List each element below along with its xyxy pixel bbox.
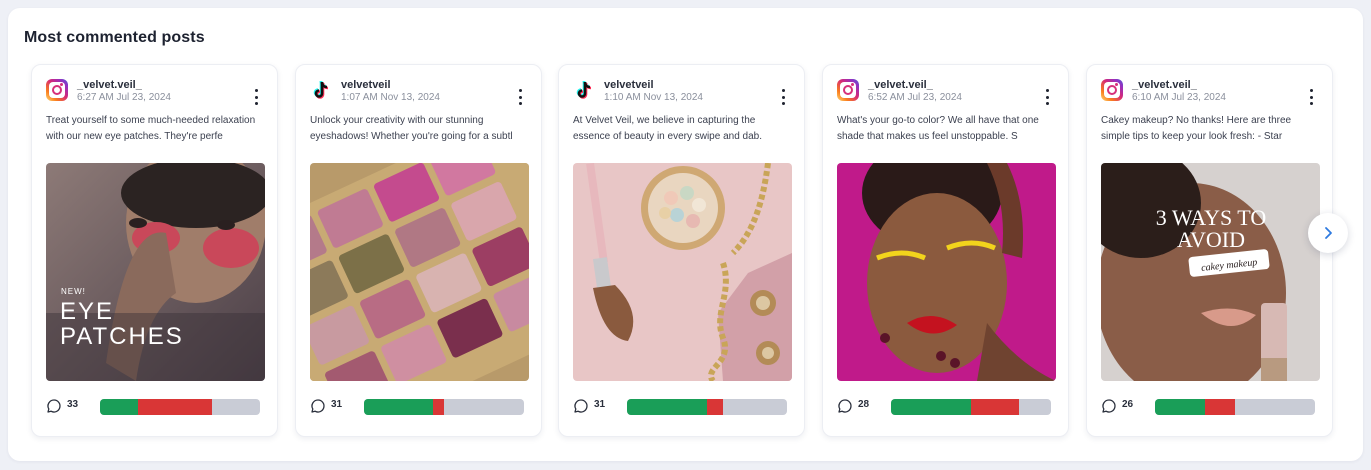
post-handle: velvetveil (604, 79, 654, 91)
more-options-icon[interactable] (780, 89, 786, 105)
sentiment-bar (100, 399, 260, 415)
negative-segment (971, 399, 1019, 415)
post-header: velvetveil 1:10 AM Nov 13, 2024 (573, 79, 793, 105)
post-image[interactable] (573, 163, 792, 381)
post-card[interactable]: _velvet.veil_ 6:27 AM Jul 23, 2024 Treat… (31, 64, 278, 437)
post-handle: _velvet.veil_ (868, 79, 933, 91)
comment-count: 26 (1122, 399, 1134, 410)
sentiment-bar (891, 399, 1051, 415)
positive-segment (364, 399, 433, 415)
negative-segment (707, 399, 723, 415)
more-options-icon[interactable] (1308, 89, 1314, 105)
posts-carousel: _velvet.veil_ 6:27 AM Jul 23, 2024 Treat… (31, 64, 1341, 447)
post-timestamp: 6:10 AM Jul 23, 2024 (1132, 92, 1226, 103)
post-image[interactable] (310, 163, 529, 381)
post-timestamp: 1:07 AM Nov 13, 2024 (341, 92, 440, 103)
post-handle: velvetveil (341, 79, 391, 91)
instagram-icon (46, 79, 68, 101)
positive-segment (100, 399, 139, 415)
sentiment-bar (1155, 399, 1315, 415)
post-footer: 31 (573, 397, 793, 415)
negative-segment (138, 399, 212, 415)
post-timestamp: 1:10 AM Nov 13, 2024 (604, 92, 703, 103)
more-options-icon[interactable] (1044, 89, 1050, 105)
tiktok-icon (310, 79, 332, 101)
more-options-icon[interactable] (517, 89, 523, 105)
post-handle: _velvet.veil_ (77, 79, 142, 91)
comment-icon (47, 399, 61, 413)
tiktok-icon (573, 79, 595, 101)
post-caption: What's your go-to color? We all have tha… (837, 115, 1039, 142)
post-timestamp: 6:52 AM Jul 23, 2024 (868, 92, 962, 103)
positive-segment (1155, 399, 1205, 415)
sentiment-bar (627, 399, 787, 415)
post-footer: 26 (1101, 397, 1321, 415)
comment-count: 31 (331, 399, 343, 410)
most-commented-panel: Most commented posts _velvet.veil_ 6:27 … (8, 8, 1363, 461)
image-text-avoid: AVOID (1177, 227, 1245, 252)
comment-icon (838, 399, 852, 413)
post-footer: 31 (310, 397, 530, 415)
post-caption: Cakey makeup? No thanks! Here are three … (1101, 115, 1292, 142)
instagram-icon (837, 79, 859, 101)
post-caption: Unlock your creativity with our stunning… (310, 115, 513, 142)
image-text-new: NEW! (61, 287, 86, 296)
post-footer: 33 (46, 397, 266, 415)
post-card[interactable]: velvetveil 1:10 AM Nov 13, 2024 At Velve… (558, 64, 805, 437)
post-handle: _velvet.veil_ (1132, 79, 1197, 91)
post-header: velvetveil 1:07 AM Nov 13, 2024 (310, 79, 530, 105)
post-timestamp: 6:27 AM Jul 23, 2024 (77, 92, 171, 103)
post-image[interactable]: 3 WAYS TO AVOID cakey makeup (1101, 163, 1320, 381)
next-button[interactable] (1308, 213, 1348, 253)
image-text-patches: PATCHES (60, 323, 184, 350)
post-image[interactable]: NEW! EYE PATCHES (46, 163, 265, 381)
comment-icon (311, 399, 325, 413)
negative-segment (432, 399, 444, 415)
post-header: _velvet.veil_ 6:52 AM Jul 23, 2024 (837, 79, 1057, 105)
more-options-icon[interactable] (253, 89, 259, 105)
comment-count: 31 (594, 399, 606, 410)
post-header: _velvet.veil_ 6:27 AM Jul 23, 2024 (46, 79, 266, 105)
comment-icon (574, 399, 588, 413)
image-text-eye: EYE (60, 298, 114, 325)
instagram-icon (1101, 79, 1123, 101)
post-caption: At Velvet Veil, we believe in capturing … (573, 115, 763, 142)
negative-segment (1204, 399, 1235, 415)
post-footer: 28 (837, 397, 1057, 415)
post-card[interactable]: velvetveil 1:07 AM Nov 13, 2024 Unlock y… (295, 64, 542, 437)
chevron-right-icon (1325, 227, 1332, 239)
post-caption: Treat yourself to some much-needed relax… (46, 115, 256, 142)
post-card[interactable]: _velvet.veil_ 6:52 AM Jul 23, 2024 What'… (822, 64, 1069, 437)
post-card[interactable]: _velvet.veil_ 6:10 AM Jul 23, 2024 Cakey… (1086, 64, 1333, 437)
positive-segment (627, 399, 707, 415)
comment-count: 33 (67, 399, 79, 410)
comment-count: 28 (858, 399, 870, 410)
positive-segment (891, 399, 971, 415)
comment-icon (1102, 399, 1116, 413)
sentiment-bar (364, 399, 524, 415)
section-title: Most commented posts (24, 29, 205, 46)
post-header: _velvet.veil_ 6:10 AM Jul 23, 2024 (1101, 79, 1321, 105)
post-image[interactable] (837, 163, 1056, 381)
